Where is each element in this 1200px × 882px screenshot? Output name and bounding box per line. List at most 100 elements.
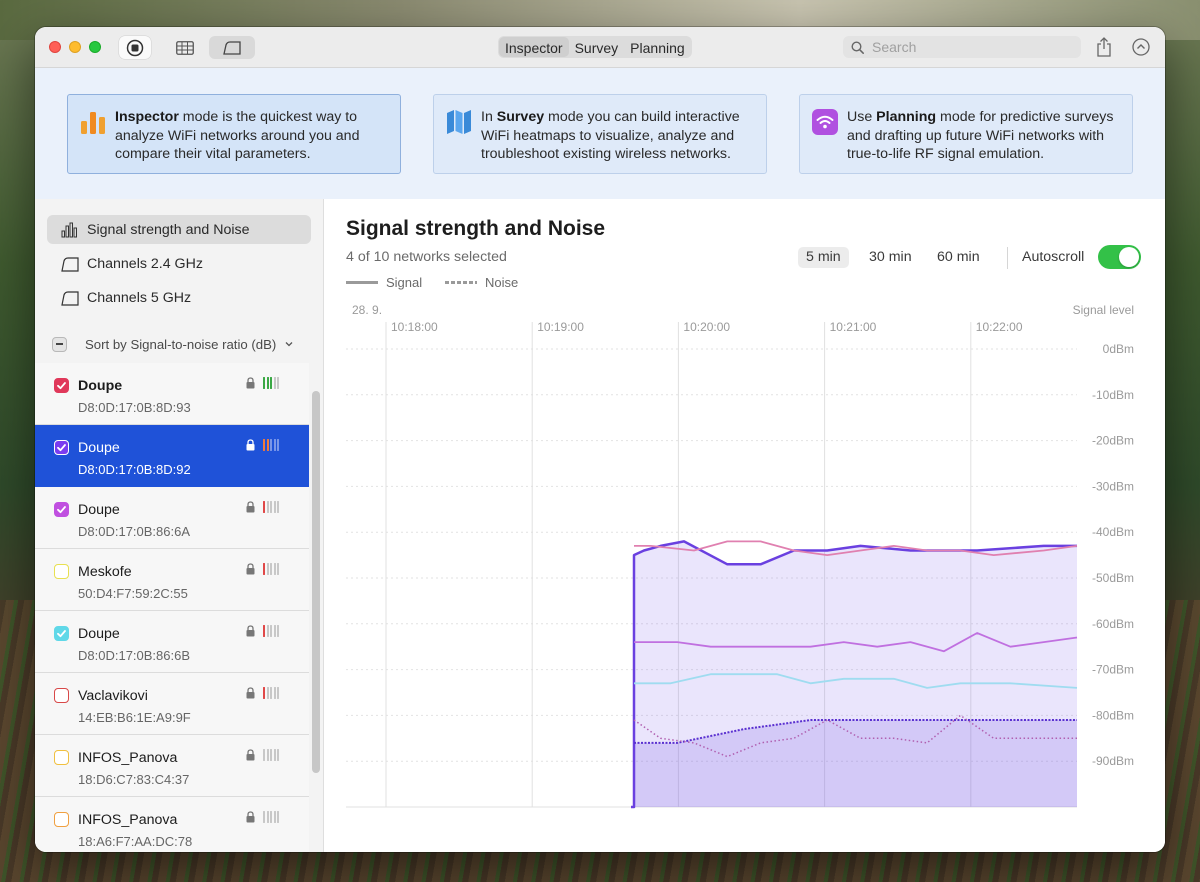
collapse-button[interactable]	[1132, 38, 1150, 61]
y-tick-label: -30dBm	[1092, 479, 1134, 493]
separator	[1007, 247, 1008, 269]
y-tick-label: 0dBm	[1103, 342, 1134, 356]
x-tick-label: 10:21:00	[830, 320, 877, 334]
sidebar-item-label: Signal strength and Noise	[87, 221, 250, 238]
search-box	[843, 36, 1081, 58]
network-checkbox[interactable]	[54, 626, 69, 641]
y-tick-label: -40dBm	[1092, 525, 1134, 539]
network-row[interactable]: INFOS_Panova 18:A6:F7:AA:DC:78	[35, 797, 309, 852]
network-row[interactable]: Vaclavikovi 14:EB:B6:1E:A9:9F	[35, 673, 309, 735]
chart-date-label: 28. 9.	[352, 303, 382, 317]
signal-bars-icon	[263, 501, 279, 513]
minimize-window-button[interactable]	[69, 41, 81, 53]
network-mac: 18:D6:C7:83:C4:37	[78, 772, 190, 787]
sort-control[interactable]: Sort by Signal-to-noise ratio (dB)	[52, 335, 312, 353]
network-list: Doupe D8:0D:17:0B:8D:93 Doupe D8:0D:17:0B:8…	[35, 363, 309, 852]
y-tick-label: -80dBm	[1092, 708, 1134, 722]
sort-label: Sort by Signal-to-noise ratio (dB)	[85, 336, 277, 352]
select-all-checkbox[interactable]	[52, 336, 67, 352]
survey-mode-card[interactable]: In Survey mode you can build interactive…	[433, 94, 767, 174]
y-tick-label: -20dBm	[1092, 434, 1134, 448]
network-name: Doupe	[78, 378, 123, 394]
planning-card-text: Use Planning mode for predictive surveys…	[847, 109, 1114, 162]
tab-planning[interactable]: Planning	[624, 37, 691, 57]
channels-icon	[61, 256, 79, 272]
range-60-min[interactable]: 60 min	[929, 247, 988, 268]
chart-view-button[interactable]	[209, 36, 255, 59]
survey-card-text: In Survey mode you can build interactive…	[481, 109, 740, 162]
network-checkbox[interactable]	[54, 378, 69, 393]
network-row[interactable]: Doupe D8:0D:17:0B:8D:93	[35, 363, 309, 425]
table-view-button[interactable]	[169, 36, 201, 59]
chevron-down-icon	[285, 342, 293, 347]
sidebar-scrollbar[interactable]	[312, 391, 320, 773]
channels-icon	[223, 40, 241, 55]
checkmark-icon	[57, 506, 66, 514]
channels-icon	[61, 290, 79, 306]
legend-noise-label: Noise	[485, 275, 519, 290]
x-tick-label: 10:22:00	[976, 320, 1023, 334]
sidebar-item-channels-5[interactable]: Channels 5 GHz	[47, 283, 311, 312]
network-name: Doupe	[78, 502, 120, 518]
network-checkbox[interactable]	[54, 688, 69, 703]
network-name: INFOS_Panova	[78, 812, 178, 828]
share-button[interactable]	[1096, 37, 1112, 62]
network-row[interactable]: Doupe D8:0D:17:0B:86:6A	[35, 487, 309, 549]
main-panel: Signal strength and Noise 4 of 10 networ…	[325, 199, 1165, 852]
signal-line-swatch	[346, 281, 378, 284]
sidebar: Signal strength and Noise Channels 2.4 G…	[35, 199, 324, 852]
inspector-card-text: Inspector mode is the quickest way to an…	[115, 109, 360, 162]
y-tick-label: -50dBm	[1092, 571, 1134, 585]
page-title: Signal strength and Noise	[346, 217, 606, 240]
legend-noise: Noise	[445, 275, 518, 290]
wifi-icon	[812, 109, 838, 135]
network-checkbox[interactable]	[54, 564, 69, 579]
planning-mode-card[interactable]: Use Planning mode for predictive surveys…	[799, 94, 1133, 174]
lock-icon	[246, 501, 255, 513]
legend-signal: Signal	[346, 275, 422, 290]
lock-icon	[246, 377, 255, 389]
tab-inspector[interactable]: Inspector	[499, 37, 569, 57]
signal-bars-icon	[263, 687, 279, 699]
autoscroll-toggle[interactable]	[1098, 245, 1141, 269]
network-row[interactable]: Doupe D8:0D:17:0B:8D:92	[35, 425, 309, 487]
y-tick-label: -60dBm	[1092, 617, 1134, 631]
checkmark-icon	[57, 630, 66, 638]
network-mac: D8:0D:17:0B:8D:93	[78, 400, 191, 415]
search-icon	[851, 40, 864, 54]
y-tick-label: -10dBm	[1092, 388, 1134, 402]
signal-bars-icon	[263, 439, 279, 451]
network-mac: 50:D4:F7:59:2C:55	[78, 586, 188, 601]
network-checkbox[interactable]	[54, 812, 69, 827]
network-row[interactable]: Meskofe 50:D4:F7:59:2C:55	[35, 549, 309, 611]
x-tick-label: 10:20:00	[683, 320, 730, 334]
close-window-button[interactable]	[49, 41, 61, 53]
legend-signal-label: Signal	[386, 275, 423, 290]
mode-banner: Inspector mode is the quickest way to an…	[35, 68, 1165, 199]
x-tick-label: 10:18:00	[391, 320, 438, 334]
network-row[interactable]: INFOS_Panova 18:D6:C7:83:C4:37	[35, 735, 309, 797]
title-bar: Inspector Survey Planning	[35, 27, 1165, 68]
network-checkbox[interactable]	[54, 502, 69, 517]
network-checkbox[interactable]	[54, 750, 69, 765]
network-checkbox[interactable]	[54, 440, 69, 455]
network-name: Vaclavikovi	[78, 688, 148, 704]
record-button[interactable]	[119, 36, 151, 59]
sidebar-item-channels-24[interactable]: Channels 2.4 GHz	[47, 249, 311, 278]
tab-survey[interactable]: Survey	[569, 37, 625, 57]
table-icon	[176, 40, 194, 55]
inspector-mode-card[interactable]: Inspector mode is the quickest way to an…	[67, 94, 401, 174]
zoom-window-button[interactable]	[89, 41, 101, 53]
range-5-min[interactable]: 5 min	[798, 247, 849, 268]
y-axis-title: Signal level	[1073, 303, 1134, 317]
sidebar-item-label: Channels 5 GHz	[87, 289, 192, 306]
record-icon	[126, 39, 144, 56]
network-row[interactable]: Doupe D8:0D:17:0B:86:6B	[35, 611, 309, 673]
network-name: INFOS_Panova	[78, 750, 178, 766]
network-mac: 18:A6:F7:AA:DC:78	[78, 834, 193, 849]
network-mac: D8:0D:17:0B:86:6A	[78, 524, 191, 539]
range-30-min[interactable]: 30 min	[861, 247, 920, 268]
sidebar-item-signal-noise[interactable]: Signal strength and Noise	[47, 215, 311, 244]
network-mac: D8:0D:17:0B:86:6B	[78, 648, 191, 663]
search-input[interactable]	[872, 39, 1072, 55]
